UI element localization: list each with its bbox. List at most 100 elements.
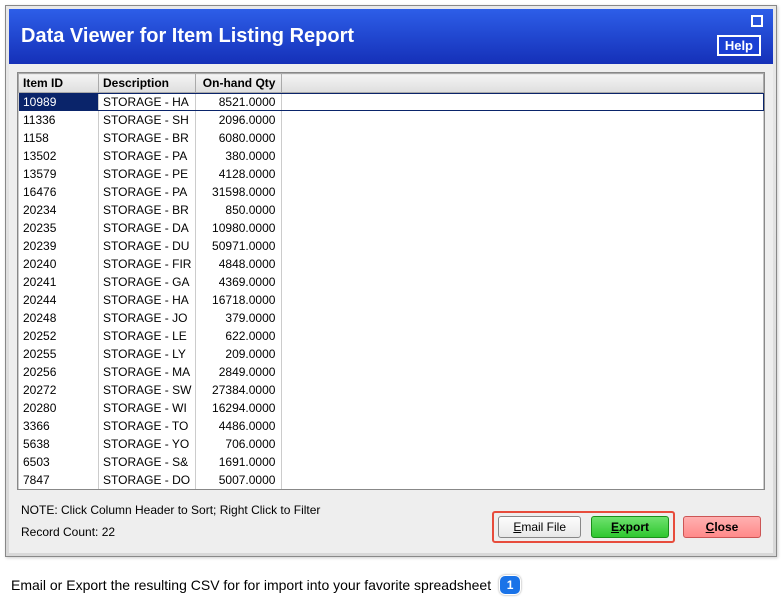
cell-description[interactable]: STORAGE - DA: [99, 219, 196, 237]
cell-qty[interactable]: 5007.0000: [196, 471, 282, 489]
cell-qty[interactable]: 16718.0000: [196, 291, 282, 309]
header-onhand-qty[interactable]: On-hand Qty: [196, 74, 282, 93]
cell-description[interactable]: STORAGE - HA: [99, 93, 196, 111]
cell-item-id[interactable]: 5638: [19, 435, 99, 453]
cell-item-id[interactable]: 20248: [19, 309, 99, 327]
cell-description[interactable]: STORAGE - PA: [99, 183, 196, 201]
table-row[interactable]: 13579STORAGE - PE4128.0000: [19, 165, 764, 183]
cell-item-id[interactable]: 20240: [19, 255, 99, 273]
cell-item-id[interactable]: 3366: [19, 417, 99, 435]
cell-item-id[interactable]: 16476: [19, 183, 99, 201]
cell-blank: [282, 111, 764, 129]
header-description[interactable]: Description: [99, 74, 196, 93]
help-button[interactable]: Help: [717, 35, 761, 56]
cell-description[interactable]: STORAGE - S&: [99, 453, 196, 471]
cell-qty[interactable]: 4128.0000: [196, 165, 282, 183]
cell-description[interactable]: STORAGE - PE: [99, 165, 196, 183]
data-grid[interactable]: Item ID Description On-hand Qty 10989STO…: [17, 72, 765, 490]
cell-description[interactable]: STORAGE - BR: [99, 129, 196, 147]
cell-qty[interactable]: 850.0000: [196, 201, 282, 219]
table-row[interactable]: 20240STORAGE - FIR4848.0000: [19, 255, 764, 273]
table-row[interactable]: 3366STORAGE - TO4486.0000: [19, 417, 764, 435]
cell-item-id[interactable]: 1158: [19, 129, 99, 147]
cell-item-id[interactable]: 20244: [19, 291, 99, 309]
cell-item-id[interactable]: 6503: [19, 453, 99, 471]
cell-item-id[interactable]: 20241: [19, 273, 99, 291]
table-row[interactable]: 20235STORAGE - DA10980.0000: [19, 219, 764, 237]
email-file-button[interactable]: Email File: [498, 516, 581, 538]
cell-qty[interactable]: 4486.0000: [196, 417, 282, 435]
table-row[interactable]: 20239STORAGE - DU50971.0000: [19, 237, 764, 255]
table-row[interactable]: 20234STORAGE - BR850.0000: [19, 201, 764, 219]
table-row[interactable]: 16476STORAGE - PA31598.0000: [19, 183, 764, 201]
cell-qty[interactable]: 622.0000: [196, 327, 282, 345]
cell-item-id[interactable]: 20239: [19, 237, 99, 255]
cell-description[interactable]: STORAGE - DU: [99, 237, 196, 255]
cell-description[interactable]: STORAGE - JO: [99, 309, 196, 327]
table-row[interactable]: 20252STORAGE - LE622.0000: [19, 327, 764, 345]
cell-qty[interactable]: 209.0000: [196, 345, 282, 363]
table-row[interactable]: 5638STORAGE - YO706.0000: [19, 435, 764, 453]
cell-description[interactable]: STORAGE - FIR: [99, 255, 196, 273]
cell-item-id[interactable]: 20280: [19, 399, 99, 417]
cell-qty[interactable]: 4369.0000: [196, 273, 282, 291]
cell-qty[interactable]: 2096.0000: [196, 111, 282, 129]
table-row[interactable]: 10989STORAGE - HA8521.0000: [19, 93, 764, 111]
cell-qty[interactable]: 8521.0000: [196, 93, 282, 111]
table-row[interactable]: 20280STORAGE - WI16294.0000: [19, 399, 764, 417]
cell-description[interactable]: STORAGE - TO: [99, 417, 196, 435]
cell-qty[interactable]: 31598.0000: [196, 183, 282, 201]
cell-description[interactable]: STORAGE - SW: [99, 381, 196, 399]
cell-qty[interactable]: 1691.0000: [196, 453, 282, 471]
cell-qty[interactable]: 50971.0000: [196, 237, 282, 255]
table-row[interactable]: 20248STORAGE - JO379.0000: [19, 309, 764, 327]
cell-item-id[interactable]: 13579: [19, 165, 99, 183]
cell-item-id[interactable]: 20234: [19, 201, 99, 219]
table-row[interactable]: 6503STORAGE - S&1691.0000: [19, 453, 764, 471]
table-row[interactable]: 20256STORAGE - MA2849.0000: [19, 363, 764, 381]
table-row[interactable]: 1158STORAGE - BR6080.0000: [19, 129, 764, 147]
table-row[interactable]: 7847STORAGE - DO5007.0000: [19, 471, 764, 489]
cell-qty[interactable]: 10980.0000: [196, 219, 282, 237]
cell-qty[interactable]: 380.0000: [196, 147, 282, 165]
export-button[interactable]: Export: [591, 516, 669, 538]
table-row[interactable]: 20272STORAGE - SW27384.0000: [19, 381, 764, 399]
cell-description[interactable]: STORAGE - BR: [99, 201, 196, 219]
cell-description[interactable]: STORAGE - YO: [99, 435, 196, 453]
table-row[interactable]: 20244STORAGE - HA16718.0000: [19, 291, 764, 309]
cell-description[interactable]: STORAGE - DO: [99, 471, 196, 489]
cell-description[interactable]: STORAGE - LE: [99, 327, 196, 345]
cell-qty[interactable]: 379.0000: [196, 309, 282, 327]
cell-item-id[interactable]: 7847: [19, 471, 99, 489]
header-item-id[interactable]: Item ID: [19, 74, 99, 93]
table-row[interactable]: 13502STORAGE - PA380.0000: [19, 147, 764, 165]
table-row[interactable]: 20255STORAGE - LY209.0000: [19, 345, 764, 363]
cell-description[interactable]: STORAGE - WI: [99, 399, 196, 417]
cell-qty[interactable]: 706.0000: [196, 435, 282, 453]
cell-item-id[interactable]: 11336: [19, 111, 99, 129]
cell-description[interactable]: STORAGE - HA: [99, 291, 196, 309]
cell-item-id[interactable]: 13502: [19, 147, 99, 165]
cell-qty[interactable]: 27384.0000: [196, 381, 282, 399]
cell-qty[interactable]: 4848.0000: [196, 255, 282, 273]
maximize-icon[interactable]: [751, 15, 763, 27]
cell-qty[interactable]: 16294.0000: [196, 399, 282, 417]
table-row[interactable]: 20241STORAGE - GA4369.0000: [19, 273, 764, 291]
table-row[interactable]: 11336STORAGE - SH2096.0000: [19, 111, 764, 129]
cell-description[interactable]: STORAGE - GA: [99, 273, 196, 291]
close-button[interactable]: Close: [683, 516, 761, 538]
cell-item-id[interactable]: 20272: [19, 381, 99, 399]
cell-item-id[interactable]: 20256: [19, 363, 99, 381]
cell-item-id[interactable]: 10989: [19, 93, 99, 111]
window: Data Viewer for Item Listing Report Help…: [5, 5, 777, 557]
cell-description[interactable]: STORAGE - SH: [99, 111, 196, 129]
cell-description[interactable]: STORAGE - PA: [99, 147, 196, 165]
cell-blank: [282, 435, 764, 453]
cell-description[interactable]: STORAGE - LY: [99, 345, 196, 363]
cell-qty[interactable]: 6080.0000: [196, 129, 282, 147]
cell-item-id[interactable]: 20252: [19, 327, 99, 345]
cell-item-id[interactable]: 20255: [19, 345, 99, 363]
cell-item-id[interactable]: 20235: [19, 219, 99, 237]
cell-qty[interactable]: 2849.0000: [196, 363, 282, 381]
cell-description[interactable]: STORAGE - MA: [99, 363, 196, 381]
